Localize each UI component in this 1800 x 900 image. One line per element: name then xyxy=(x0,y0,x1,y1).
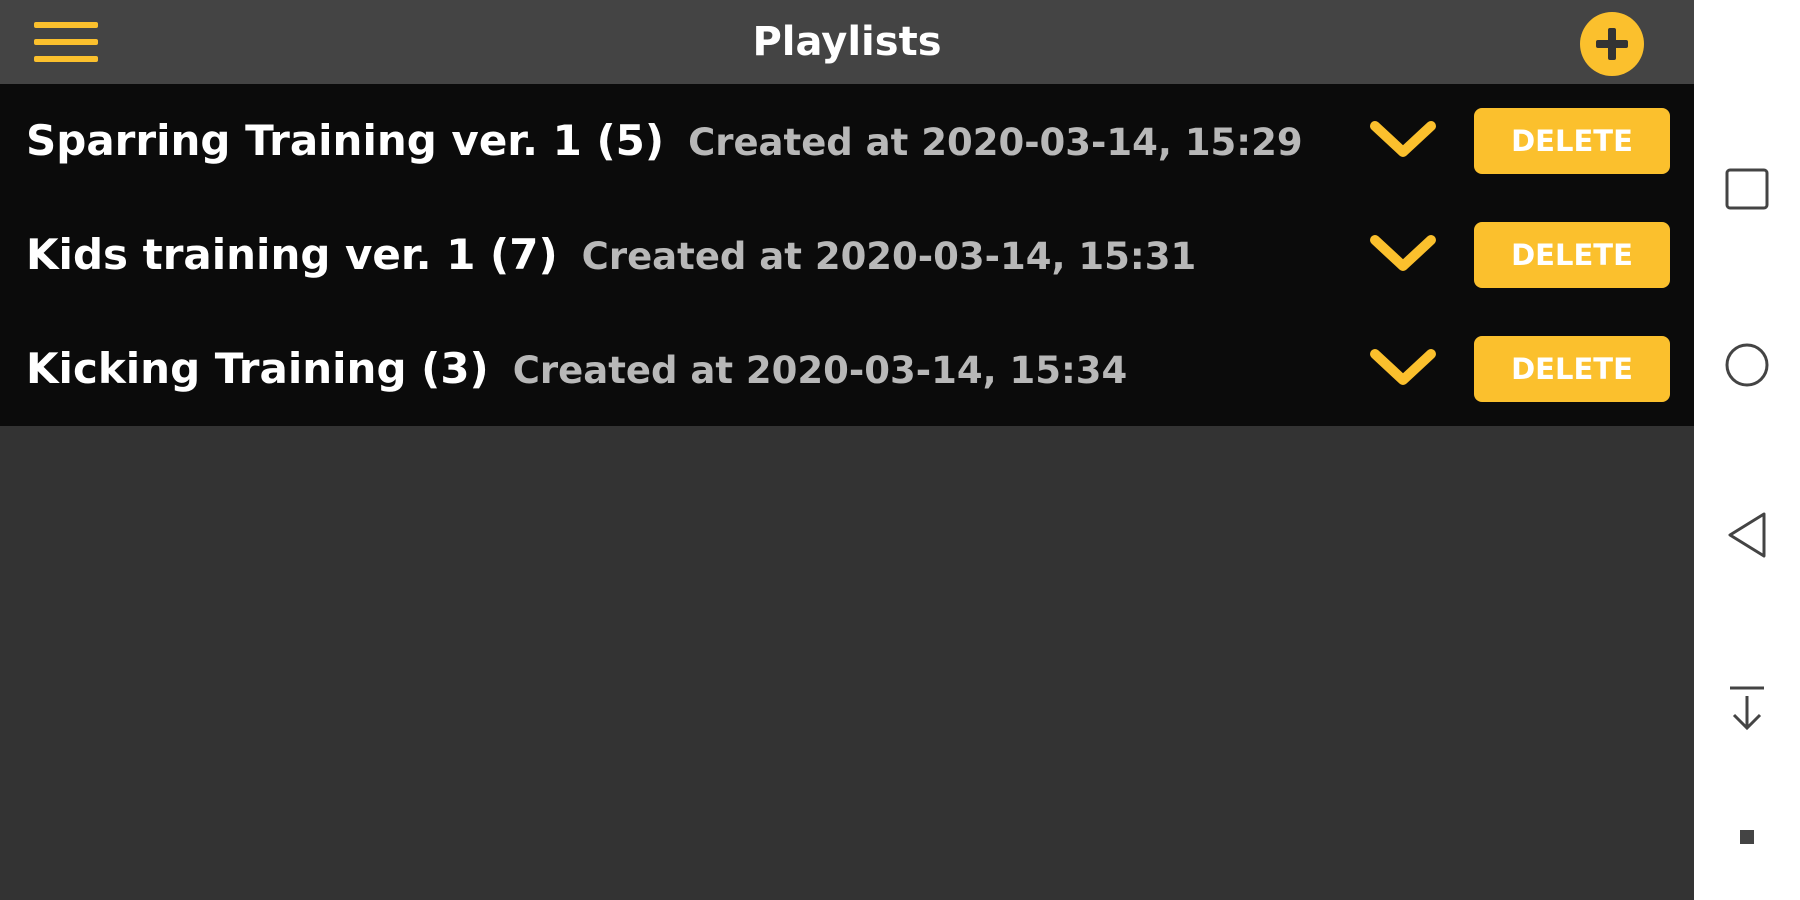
playlist-row: Kicking Training (3) Created at 2020-03-1… xyxy=(0,312,1694,426)
playlist-row: Kids training ver. 1 (7) Created at 2020-… xyxy=(0,198,1694,312)
page-title: Playlists xyxy=(752,19,942,65)
download-arrow-icon xyxy=(1730,686,1764,731)
app-header: Playlists xyxy=(0,0,1694,84)
app-screen: Playlists Sparring Training ver. 1 (5) Cr… xyxy=(0,0,1694,900)
download-button[interactable] xyxy=(1714,676,1780,742)
playlist-title[interactable]: Kicking Training (3) Created at 2020-03-1… xyxy=(26,312,1127,426)
playlist-name: Sparring Training ver. 1 (5) xyxy=(26,116,665,165)
home-button[interactable] xyxy=(1714,332,1780,398)
playlist-created-date: Created at 2020-03-14, 15:31 xyxy=(581,235,1197,278)
expand-playlist-button[interactable] xyxy=(1366,228,1440,278)
delete-playlist-button[interactable]: DELETE xyxy=(1474,108,1670,174)
delete-playlist-button[interactable]: DELETE xyxy=(1474,222,1670,288)
playlist-list: Sparring Training ver. 1 (5) Created at 2… xyxy=(0,84,1694,426)
circle-home-icon xyxy=(1725,343,1769,387)
playlist-name: Kids training ver. 1 (7) xyxy=(26,230,558,279)
chevron-down-icon xyxy=(1370,121,1436,157)
system-navigation-bar xyxy=(1694,0,1800,900)
expand-playlist-button[interactable] xyxy=(1366,114,1440,164)
playlist-title[interactable]: Kids training ver. 1 (7) Created at 2020-… xyxy=(26,198,1196,312)
playlist-title[interactable]: Sparring Training ver. 1 (5) Created at 2… xyxy=(26,84,1303,198)
square-recents-icon xyxy=(1725,168,1769,210)
add-playlist-button[interactable] xyxy=(1580,12,1644,76)
menu-dot-button[interactable] xyxy=(1714,804,1780,870)
playlist-created-date: Created at 2020-03-14, 15:34 xyxy=(512,349,1128,392)
back-button[interactable] xyxy=(1714,502,1780,568)
playlist-row: Sparring Training ver. 1 (5) Created at 2… xyxy=(0,84,1694,198)
small-square-icon xyxy=(1740,830,1754,844)
playlist-created-date: Created at 2020-03-14, 15:29 xyxy=(688,121,1303,164)
recents-button[interactable] xyxy=(1714,156,1780,222)
triangle-back-icon xyxy=(1728,512,1766,558)
playlist-name: Kicking Training (3) xyxy=(26,344,489,393)
expand-playlist-button[interactable] xyxy=(1366,342,1440,392)
chevron-down-icon xyxy=(1370,349,1436,385)
chevron-down-icon xyxy=(1370,235,1436,271)
delete-playlist-button[interactable]: DELETE xyxy=(1474,336,1670,402)
